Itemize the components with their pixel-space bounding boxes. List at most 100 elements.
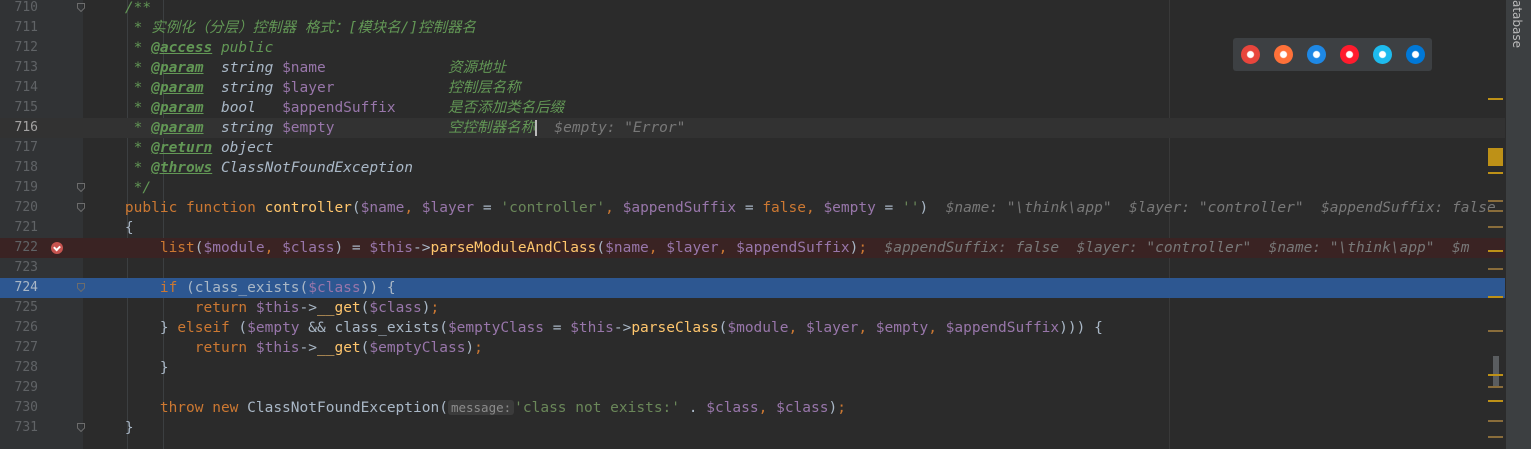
code-text[interactable]: * @param string $name 资源地址 — [90, 58, 506, 78]
line-number[interactable]: 712 — [0, 38, 38, 58]
error-stripe[interactable] — [1486, 0, 1505, 449]
line-number[interactable]: 710 — [0, 0, 38, 18]
line-number[interactable]: 722 — [0, 238, 38, 258]
stripe-mark[interactable] — [1488, 436, 1503, 438]
code-text[interactable]: public function controller($name, $layer… — [90, 198, 1496, 218]
scroll-thumb[interactable] — [1493, 356, 1499, 386]
code-line[interactable]: 731 } — [0, 418, 1505, 438]
code-text[interactable]: if (class_exists($class)) { — [90, 278, 396, 298]
fold-marker-icon[interactable] — [77, 203, 85, 212]
code-line[interactable]: 724 if (class_exists($class)) { — [0, 278, 1505, 298]
ie-icon[interactable] — [1373, 45, 1392, 64]
chrome-icon[interactable] — [1241, 45, 1260, 64]
stripe-mark[interactable] — [1488, 386, 1503, 388]
line-number[interactable]: 731 — [0, 418, 38, 438]
stripe-mark[interactable] — [1488, 226, 1503, 228]
code-token: * — [90, 120, 152, 136]
stripe-mark[interactable] — [1488, 210, 1503, 212]
code-line[interactable]: 728 } — [0, 358, 1505, 378]
fold-marker-icon[interactable] — [77, 3, 85, 12]
code-line[interactable]: 715 * @param bool $appendSuffix 是否添加类名后缀 — [0, 98, 1505, 118]
code-line[interactable]: 723 — [0, 258, 1505, 278]
stripe-mark[interactable] — [1488, 250, 1503, 252]
line-number[interactable]: 729 — [0, 378, 38, 398]
line-number[interactable]: 717 — [0, 138, 38, 158]
line-number[interactable]: 721 — [0, 218, 38, 238]
breakpoint-icon[interactable] — [51, 242, 63, 254]
code-line[interactable]: 717 * @return object — [0, 138, 1505, 158]
code-line[interactable]: 714 * @param string $layer 控制层名称 — [0, 78, 1505, 98]
stripe-mark[interactable] — [1488, 330, 1503, 332]
edge-icon[interactable] — [1406, 45, 1425, 64]
code-line[interactable]: 725 return $this->__get($class); — [0, 298, 1505, 318]
line-number[interactable]: 716 — [0, 118, 38, 138]
line-number[interactable]: 718 — [0, 158, 38, 178]
code-token: , — [928, 320, 946, 336]
code-line[interactable]: 716 * @param string $empty 空控制器名称 $empty… — [0, 118, 1505, 138]
line-number[interactable]: 728 — [0, 358, 38, 378]
code-text[interactable]: * @throws ClassNotFoundException — [90, 158, 413, 178]
fold-marker-icon[interactable] — [77, 283, 85, 292]
code-line[interactable]: 720 public function controller($name, $l… — [0, 198, 1505, 218]
code-line[interactable]: 719 */ — [0, 178, 1505, 198]
safari-icon[interactable] — [1307, 45, 1326, 64]
line-number[interactable]: 724 — [0, 278, 38, 298]
stripe-mark[interactable] — [1488, 400, 1503, 402]
code-text[interactable]: * @param bool $appendSuffix 是否添加类名后缀 — [90, 98, 564, 118]
opera-icon[interactable] — [1340, 45, 1359, 64]
code-text[interactable]: /** — [90, 0, 151, 18]
line-number[interactable]: 730 — [0, 398, 38, 418]
code-line[interactable]: 729 — [0, 378, 1505, 398]
code-token: ; — [474, 340, 483, 356]
code-line[interactable]: 710 /** — [0, 0, 1505, 18]
code-line[interactable]: 722 list($module, $class) = $this->parse… — [0, 238, 1505, 258]
stripe-mark[interactable] — [1488, 420, 1503, 422]
code-line[interactable]: 721 { — [0, 218, 1505, 238]
stripe-mark[interactable] — [1488, 200, 1503, 202]
code-line[interactable]: 730 throw new ClassNotFoundException(mes… — [0, 398, 1505, 418]
line-number[interactable]: 725 — [0, 298, 38, 318]
fold-marker-icon[interactable] — [77, 183, 85, 192]
stripe-mark[interactable] — [1488, 148, 1503, 166]
code-line[interactable]: 711 * 实例化（分层）控制器 格式：[模块名/]控制器名 — [0, 18, 1505, 38]
code-token: return — [90, 340, 256, 356]
code-text[interactable]: } elseif ($empty && class_exists($emptyC… — [90, 318, 1103, 338]
stripe-mark[interactable] — [1488, 374, 1503, 376]
code-line[interactable]: 726 } elseif ($empty && class_exists($em… — [0, 318, 1505, 338]
code-text[interactable]: */ — [90, 178, 151, 198]
line-number[interactable]: 711 — [0, 18, 38, 38]
database-tool-window-tab[interactable]: atabase — [1505, 0, 1531, 449]
code-line[interactable]: 718 * @throws ClassNotFoundException — [0, 158, 1505, 178]
line-number[interactable]: 719 — [0, 178, 38, 198]
code-token: -> — [299, 300, 317, 316]
code-token: $class — [282, 240, 335, 256]
stripe-mark[interactable] — [1488, 98, 1503, 100]
line-number[interactable]: 727 — [0, 338, 38, 358]
firefox-icon[interactable] — [1274, 45, 1293, 64]
code-text[interactable]: * @return object — [90, 138, 274, 158]
code-text[interactable]: list($module, $class) = $this->parseModu… — [90, 238, 1470, 258]
code-text[interactable]: } — [90, 418, 134, 438]
code-text[interactable]: * @param string $layer 控制层名称 — [90, 78, 521, 98]
code-text[interactable]: * @param string $empty 空控制器名称 $empty: "E… — [90, 118, 685, 138]
line-number[interactable]: 726 — [0, 318, 38, 338]
stripe-mark[interactable] — [1488, 172, 1503, 174]
line-number[interactable]: 715 — [0, 98, 38, 118]
line-number[interactable]: 714 — [0, 78, 38, 98]
code-text[interactable]: return $this->__get($emptyClass); — [90, 338, 483, 358]
code-text[interactable]: * @access public — [90, 38, 274, 58]
code-line[interactable]: 727 return $this->__get($emptyClass); — [0, 338, 1505, 358]
code-text[interactable]: { — [90, 218, 134, 238]
line-number[interactable]: 720 — [0, 198, 38, 218]
line-number[interactable]: 723 — [0, 258, 38, 278]
code-token: if — [90, 280, 187, 296]
code-text[interactable]: * 实例化（分层）控制器 格式：[模块名/]控制器名 — [90, 18, 476, 38]
code-text[interactable]: return $this->__get($class); — [90, 298, 440, 318]
line-number[interactable]: 713 — [0, 58, 38, 78]
code-text[interactable]: } — [90, 358, 169, 378]
code-text[interactable]: throw new ClassNotFoundException(message… — [90, 398, 846, 418]
fold-marker-icon[interactable] — [77, 423, 85, 432]
browser-launcher-toolbar — [1233, 38, 1432, 71]
stripe-mark[interactable] — [1488, 296, 1503, 298]
stripe-mark[interactable] — [1488, 268, 1503, 270]
